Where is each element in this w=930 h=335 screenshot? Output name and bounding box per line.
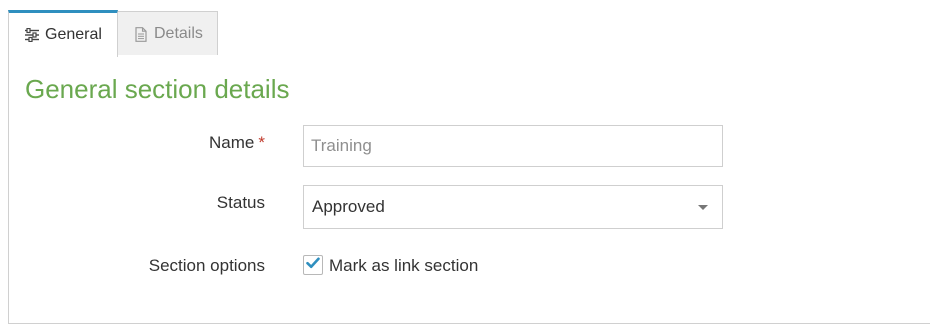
tab-general[interactable]: General	[8, 10, 118, 57]
name-input[interactable]	[303, 125, 723, 167]
name-label-row: Name *	[209, 133, 265, 153]
general-panel: General section details Name* Status App…	[8, 55, 930, 324]
section-title: General section details	[25, 74, 290, 104]
name-label: Name	[209, 133, 255, 152]
tab-details-label: Details	[154, 25, 203, 42]
tab-details[interactable]: Details	[118, 11, 218, 56]
tab-general-label: General	[45, 26, 102, 43]
required-marker: *	[258, 133, 265, 152]
section-options-label: Section options	[148, 256, 265, 275]
link-section-checkbox-label[interactable]: Mark as link section	[329, 256, 478, 276]
document-icon	[132, 25, 150, 43]
link-section-checkbox[interactable]	[303, 255, 323, 275]
chevron-down-icon	[698, 205, 708, 210]
status-selected-value: Approved	[312, 197, 385, 216]
status-select[interactable]: Approved	[303, 185, 723, 229]
sliders-icon	[23, 26, 41, 44]
checkmark-icon	[306, 256, 320, 274]
status-label: Status	[216, 193, 265, 212]
tab-bar: General Details	[8, 10, 930, 57]
